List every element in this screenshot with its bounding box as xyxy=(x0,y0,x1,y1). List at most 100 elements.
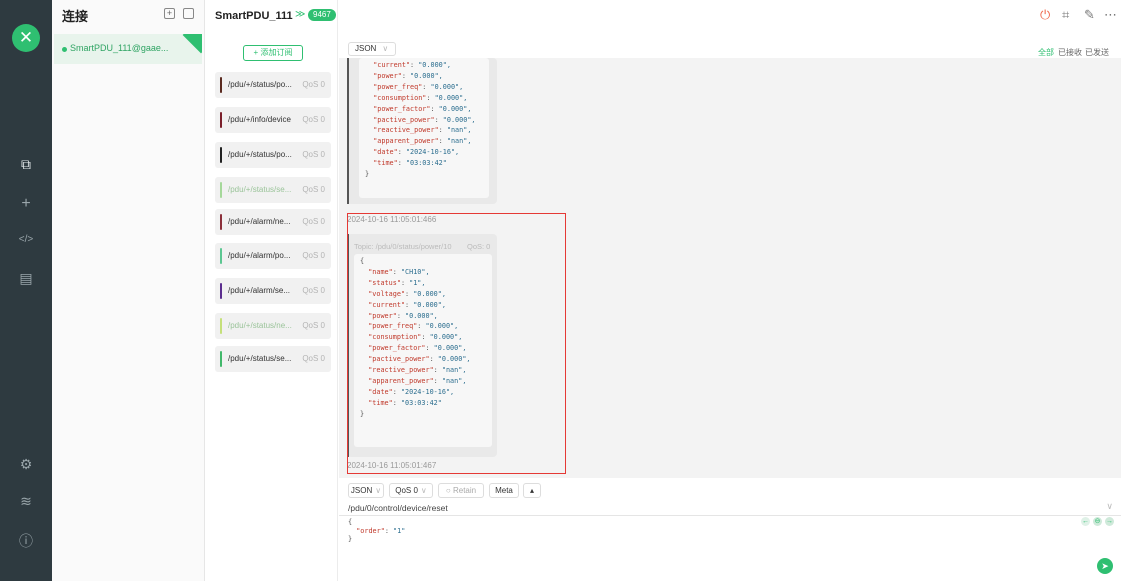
sidebar-rail: ✕ ⧉ + </> ▤ ⚙ ≋ ⓘ xyxy=(0,0,52,581)
json-value: "0.000", xyxy=(418,61,451,69)
app-logo: ✕ xyxy=(12,24,40,52)
subscription-qos: QoS 0 xyxy=(302,321,325,330)
ssl-corner-tag xyxy=(182,34,202,54)
subscription-qos: QoS 0 xyxy=(302,150,325,159)
subscription-item[interactable]: /pdu/+/alarm/se... QoS 0 xyxy=(215,278,331,304)
connections-panel: 连接 + SmartPDU_111@gaae... xyxy=(52,0,205,581)
subscription-color-bar xyxy=(220,182,222,198)
pen-icon[interactable]: ✎ xyxy=(1084,7,1095,23)
about-icon[interactable]: ⓘ xyxy=(0,531,52,551)
subscriptions-panel: SmartPDU_111 ≫ 9467 + 添加订阅 /pdu/+/status… xyxy=(205,0,338,581)
power-icon[interactable]: ⏻ xyxy=(1040,7,1050,23)
subscription-item[interactable]: /pdu/+/status/se... QoS 0 xyxy=(215,177,331,203)
json-key: "date" xyxy=(373,148,398,157)
collapse-panel-icon[interactable] xyxy=(183,8,194,19)
subscription-color-bar xyxy=(220,214,222,230)
retain-label: Retain xyxy=(452,486,477,495)
app-window: ✕ ⧉ + </> ▤ ⚙ ≋ ⓘ 连接 + SmartPDU_111@gaae… xyxy=(0,0,1121,581)
subscription-qos: QoS 0 xyxy=(302,185,325,194)
publish-qos-select[interactable]: QoS 0 ∨ xyxy=(389,483,433,498)
json-value: "0.000", xyxy=(434,93,468,102)
subscription-qos: QoS 0 xyxy=(302,80,325,89)
publish-topic-input[interactable]: /pdu/0/control/device/reset xyxy=(339,500,1121,516)
subscription-topic: /pdu/+/status/po... xyxy=(228,150,292,159)
messages-panel: ⏻ ⌗ ✎ ⋯ JSON ∨ 全部 已接收 已发送 "current": "0.0… xyxy=(339,0,1121,581)
subscription-item[interactable]: /pdu/+/status/po... QoS 0 xyxy=(215,142,331,168)
connections-icon[interactable]: ⧉ xyxy=(0,156,52,173)
subscription-qos: QoS 0 xyxy=(302,286,325,295)
subscription-item[interactable]: /pdu/+/alarm/po... QoS 0 xyxy=(215,243,331,269)
publish-format-value: JSON xyxy=(350,486,373,495)
log-icon[interactable]: ▤ xyxy=(0,270,52,287)
message-bubble: "current": "0.000", "power": "0.000", "p… xyxy=(347,58,497,204)
subscription-topic: /pdu/+/status/se... xyxy=(228,185,292,194)
json-key: "power_factor" xyxy=(373,104,431,113)
subscription-qos: QoS 0 xyxy=(302,115,325,124)
subscription-topic: /pdu/+/info/device xyxy=(228,115,291,124)
meta-button[interactable]: Meta xyxy=(489,483,519,498)
subscription-topic: /pdu/+/status/ne... xyxy=(228,321,292,330)
publish-payload-editor[interactable]: { "order": "1" } xyxy=(348,518,405,544)
subscription-color-bar xyxy=(220,112,222,128)
toggle-up-icon[interactable]: ▴ xyxy=(523,483,541,498)
settings-icon[interactable]: ⚙ xyxy=(0,456,52,473)
filter-received[interactable]: 已接收 xyxy=(1058,47,1082,58)
json-value: "0.000", xyxy=(430,82,464,91)
subscription-color-bar xyxy=(220,283,222,299)
script-icon[interactable]: </> xyxy=(0,234,52,245)
subscription-color-bar xyxy=(220,147,222,163)
subscription-color-bar xyxy=(220,248,222,264)
subscription-topic: /pdu/+/alarm/po... xyxy=(228,251,291,260)
filter-all[interactable]: 全部 xyxy=(1038,47,1054,58)
json-value: "03:03:42" xyxy=(405,159,447,168)
chevron-down-icon[interactable]: ∨ xyxy=(1106,501,1113,512)
connection-name: SmartPDU_111@gaae... xyxy=(70,43,169,53)
json-key: "current" xyxy=(373,61,411,69)
filter-sent[interactable]: 已发送 xyxy=(1085,47,1109,58)
send-icon[interactable]: ➤ xyxy=(1097,558,1113,574)
json-value: "nan", xyxy=(446,137,472,146)
publish-qos-value: QoS 0 xyxy=(395,486,418,495)
new-group-icon[interactable]: + xyxy=(164,8,175,19)
benchmark-icon[interactable]: ≋ xyxy=(0,493,52,510)
json-value: "0.000", xyxy=(442,115,476,124)
history-clear-icon[interactable]: ⊖ xyxy=(1093,517,1102,526)
subscription-color-bar xyxy=(220,77,222,93)
history-back-icon[interactable]: ← xyxy=(1081,517,1090,526)
json-key: "consumption" xyxy=(373,93,427,102)
more-icon[interactable]: ⋯ xyxy=(1104,7,1117,23)
retain-toggle[interactable]: ○ Retain xyxy=(438,483,484,498)
message-count-badge: 9467 xyxy=(308,9,336,21)
expand-chevron-icon[interactable]: ≫ xyxy=(295,9,305,20)
json-value: "nan", xyxy=(446,126,472,135)
subscription-item[interactable]: /pdu/+/alarm/ne... QoS 0 xyxy=(215,209,331,235)
subscription-item[interactable]: /pdu/+/status/po... QoS 0 xyxy=(215,72,331,98)
subscription-item[interactable]: /pdu/+/status/ne... QoS 0 xyxy=(215,313,331,339)
subscription-qos: QoS 0 xyxy=(302,354,325,363)
history-forward-icon[interactable]: → xyxy=(1105,517,1114,526)
subscription-qos: QoS 0 xyxy=(302,251,325,260)
radio-icon: ○ xyxy=(445,486,453,495)
publish-format-select[interactable]: JSON ∨ xyxy=(348,483,384,498)
json-value: "0.000", xyxy=(410,71,443,80)
json-key: "power" xyxy=(373,71,402,80)
json-key: "time" xyxy=(373,159,398,168)
json-key: "power_freq" xyxy=(373,82,423,91)
chevron-down-icon: ∨ xyxy=(382,44,389,53)
subscription-topic: /pdu/+/alarm/ne... xyxy=(228,217,291,226)
json-key: "reactive_power" xyxy=(373,126,439,135)
connection-status-dot xyxy=(62,47,67,52)
json-key: "pactive_power" xyxy=(373,115,435,124)
format-select[interactable]: JSON ∨ xyxy=(348,42,396,56)
message-color-bar xyxy=(347,58,349,204)
payload-value: "1" xyxy=(393,526,406,535)
edit-connection-icon[interactable]: ⌗ xyxy=(1062,7,1069,23)
chevron-down-icon: ∨ xyxy=(375,486,382,495)
add-icon[interactable]: + xyxy=(0,195,52,213)
format-select-value: JSON xyxy=(355,44,377,53)
add-subscription-button[interactable]: + 添加订阅 xyxy=(243,45,303,61)
json-value: "0.000", xyxy=(438,104,472,113)
subscription-item[interactable]: /pdu/+/info/device QoS 0 xyxy=(215,107,331,133)
connection-item[interactable]: SmartPDU_111@gaae... xyxy=(54,34,202,64)
subscription-item[interactable]: /pdu/+/status/se... QoS 0 xyxy=(215,346,331,372)
